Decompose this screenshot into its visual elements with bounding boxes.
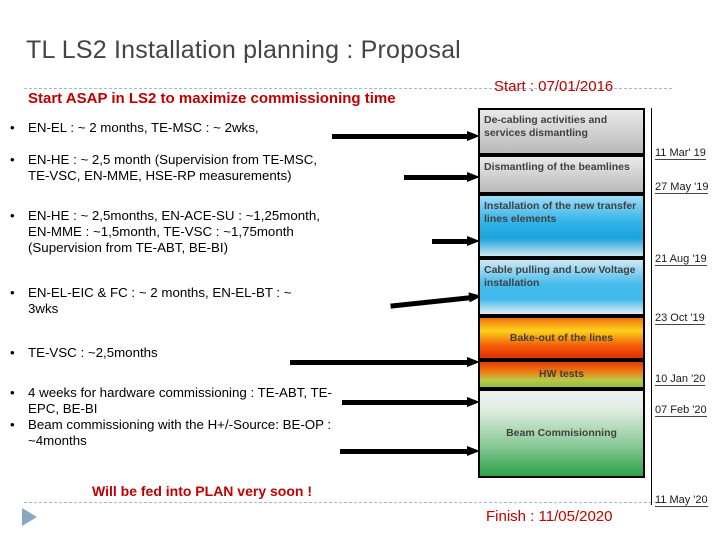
timeline-axis-line <box>651 108 652 505</box>
timeline-box-label: Dismantling of the beamlines <box>484 161 630 173</box>
bullet-marker: • <box>10 345 15 360</box>
timeline-stack: De-cabling activities and services disma… <box>478 108 645 478</box>
timeline-box-label: HW tests <box>539 368 584 381</box>
arrow-shaft <box>332 134 468 139</box>
slide-canvas: TL LS2 Installation planning : Proposal … <box>0 0 720 540</box>
page-title: TL LS2 Installation planning : Proposal <box>26 36 461 64</box>
timeline-box: HW tests <box>478 360 645 389</box>
arrow-shaft <box>342 400 468 405</box>
bullet-item-4: • EN-EL-EIC & FC : ~ 2 months, EN-EL-BT … <box>6 285 306 317</box>
timeline-box: Cable pulling and Low Voltage installati… <box>478 258 645 316</box>
arrow-to-bakeout <box>290 357 480 367</box>
bullet-item-2: • EN-HE : ~ 2,5 month (Supervision from … <box>6 152 336 184</box>
finish-date-label: Finish : 11/05/2020 <box>486 508 613 525</box>
headline-start-asap: Start ASAP in LS2 to maximize commission… <box>28 90 396 107</box>
arrow-shaft <box>390 295 471 309</box>
date-tick-label: 11 May '20 <box>655 494 708 507</box>
bullet-text: Beam commissioning with the H+/-Source: … <box>28 417 332 448</box>
dashed-guide-bottom <box>24 502 672 503</box>
bullet-marker: • <box>10 208 15 223</box>
bullet-text: EN-EL-EIC & FC : ~ 2 months, EN-EL-BT : … <box>28 285 292 316</box>
arrow-shaft <box>432 239 468 244</box>
timeline-box-label: Beam Commisionning <box>506 427 617 440</box>
arrow-to-cable-pulling <box>390 291 483 311</box>
date-tick-label: 07 Feb '20 <box>655 404 707 417</box>
arrow-to-installation <box>432 236 480 246</box>
date-tick-label: 21 Aug '19 <box>655 253 707 266</box>
timeline-box-label: Cable pulling and Low Voltage installati… <box>484 264 636 289</box>
timeline-box: Installation of the new transfer lines e… <box>478 194 645 258</box>
timeline-box-label: Installation of the new transfer lines e… <box>484 200 637 225</box>
date-tick-label: 23 Oct '19 <box>655 312 705 325</box>
bullet-item-6: • 4 weeks for hardware commissioning : T… <box>6 385 336 417</box>
bullet-item-3: • EN-HE : ~ 2,5months, EN-ACE-SU : ~1,25… <box>6 208 326 256</box>
date-tick-label: 10 Jan '20 <box>655 373 706 386</box>
timeline-box-label: De-cabling activities and services disma… <box>484 114 608 139</box>
arrow-to-beam-commisioning <box>340 446 480 456</box>
timeline-box: Dismantling of the beamlines <box>478 155 645 194</box>
bullet-text: EN-HE : ~ 2,5 month (Supervision from TE… <box>28 152 318 183</box>
bullet-item-1: • EN-EL : ~ 2 months, TE-MSC : ~ 2wks, <box>6 120 306 136</box>
bullet-text: 4 weeks for hardware commissioning : TE-… <box>28 385 332 416</box>
arrow-shaft <box>290 360 468 365</box>
arrow-to-dismantling <box>404 172 480 182</box>
arrow-to-hw-tests <box>342 397 480 407</box>
bullet-marker: • <box>10 285 15 300</box>
start-date-label: Start : 07/01/2016 <box>494 78 614 95</box>
timeline-box: De-cabling activities and services disma… <box>478 108 645 155</box>
timeline-box: Bake-out of the lines <box>478 316 645 360</box>
timeline-box: Beam Commisionning <box>478 389 645 478</box>
bullet-marker: • <box>10 385 15 400</box>
play-triangle-icon[interactable] <box>22 508 37 526</box>
bullet-text: EN-EL : ~ 2 months, TE-MSC : ~ 2wks, <box>28 120 259 135</box>
arrow-shaft <box>404 175 468 180</box>
date-tick-label: 11 Mar' 19 <box>655 147 706 160</box>
date-tick-label: 27 May '19 <box>655 181 709 194</box>
arrow-to-decabling <box>332 131 480 141</box>
bullet-marker: • <box>10 152 15 167</box>
bullet-marker: • <box>10 120 15 135</box>
bullet-text: TE-VSC : ~2,5months <box>28 345 158 360</box>
bullet-marker: • <box>10 417 15 432</box>
arrow-shaft <box>340 449 468 454</box>
bullet-item-5: • TE-VSC : ~2,5months <box>6 345 306 361</box>
bullet-text: EN-HE : ~ 2,5months, EN-ACE-SU : ~1,25mo… <box>28 208 320 255</box>
footer-note: Will be fed into PLAN very soon ! <box>92 483 313 499</box>
bullet-item-7: • Beam commissioning with the H+/-Source… <box>6 417 336 449</box>
timeline-box-label: Bake-out of the lines <box>509 331 614 344</box>
